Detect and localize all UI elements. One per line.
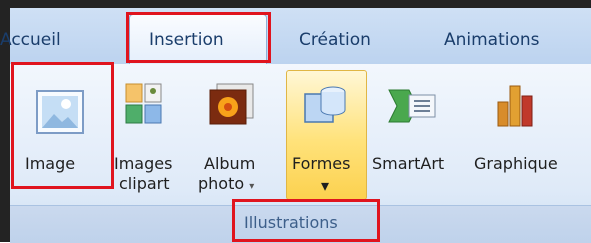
graphique-button[interactable]: Graphique [474,70,560,198]
smartart-button[interactable]: SmartArt [370,70,454,198]
tab-accueil[interactable]: Accueil [0,30,61,56]
clipart-icon [125,83,162,124]
window-top-edge [0,0,591,8]
highlight-box-insertion-tab [126,12,271,63]
shapes-icon [304,86,346,123]
tab-creation[interactable]: Création [299,30,371,56]
chevron-down-icon: ▾ [321,176,330,195]
chevron-down-icon: ▾ [249,181,255,192]
album-photo-button[interactable]: Album photo ▾ [198,70,270,198]
highlight-box-image-button [11,62,114,189]
chart-icon [497,85,533,127]
images-clipart-button[interactable]: Images clipart [112,70,174,198]
highlight-box-illustrations [232,199,380,242]
smartart-icon [388,89,436,123]
photo-album-icon [209,83,254,125]
tab-animations[interactable]: Animations [444,30,540,56]
formes-button[interactable]: Formes ▾ [286,70,365,198]
album-photo-second-line: photo ▾ [198,174,255,193]
ribbon-window: Accueil Insertion Création Animations Im… [0,0,591,243]
